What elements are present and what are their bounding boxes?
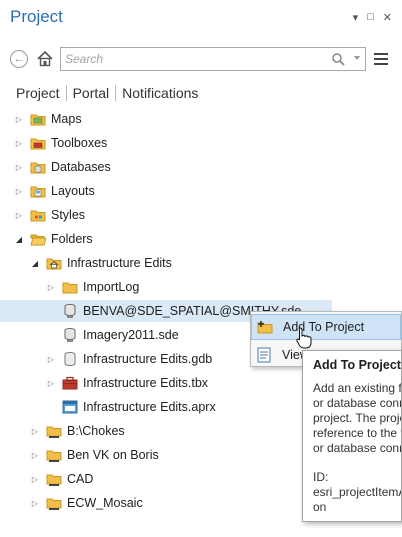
home-button[interactable]: [36, 50, 54, 68]
close-icon[interactable]: ✕: [383, 11, 392, 24]
expand-arrow-icon[interactable]: ▷: [14, 138, 24, 148]
home-folder-icon: [46, 255, 62, 271]
tree-item-label: Infrastructure Edits: [67, 256, 172, 270]
tooltip-line: Add an existing f: [313, 381, 402, 395]
back-arrow-icon: ←: [13, 53, 25, 65]
databases-folder-icon: [30, 159, 46, 175]
window-controls: ▾ □ ✕: [353, 11, 392, 24]
tooltip-title: Add To Project: [313, 358, 401, 372]
tree-item-styles[interactable]: ▷ Styles: [0, 204, 85, 226]
tree-item-importlog[interactable]: ▷ ImportLog: [0, 276, 139, 298]
database-connection-icon: [62, 303, 78, 319]
toolbox-icon: [62, 375, 78, 391]
tree-item-label: ECW_Mosaic: [67, 496, 143, 510]
tooltip-id-value-tail: on: [313, 500, 327, 514]
expand-arrow-icon[interactable]: ▷: [30, 426, 40, 436]
tree-item-label: Infrastructure Edits.gdb: [83, 352, 213, 366]
tree-item-ecw-mosaic[interactable]: ▷ ECW_Mosaic: [0, 492, 143, 514]
expand-arrow-icon[interactable]: ▷: [30, 498, 40, 508]
view-metadata-icon: [256, 347, 272, 363]
network-folder-icon: [46, 471, 62, 487]
expand-arrow-icon[interactable]: ▷: [30, 450, 40, 460]
tree-item-label: Toolboxes: [51, 136, 108, 150]
network-folder-icon: [46, 423, 62, 439]
tree-item-label: B:\Chokes: [67, 424, 125, 438]
tree-item-infrastructure-edits-aprx[interactable]: Infrastructure Edits.aprx: [0, 396, 216, 418]
collapse-arrow-icon[interactable]: ◢: [14, 234, 24, 244]
tree-item-label: Imagery2011.sde: [83, 328, 179, 342]
tree-item-infrastructure-edits[interactable]: ◢ Infrastructure Edits: [0, 252, 172, 274]
tree-item-databases[interactable]: ▷ Databases: [0, 156, 111, 178]
pane-title-bar: Project ▾ □ ✕: [0, 0, 402, 36]
tooltip-id: ID: esri_projectItemA on: [313, 470, 401, 515]
back-button[interactable]: ←: [10, 50, 28, 68]
folder-icon: [62, 279, 78, 295]
tree-item-label: Maps: [51, 112, 82, 126]
tooltip: Add To Project Add an existing f or data…: [302, 350, 402, 522]
expand-arrow-icon[interactable]: ▷: [14, 162, 24, 172]
toolbar: ←: [0, 44, 402, 74]
layouts-folder-icon: [30, 183, 46, 199]
search-icon[interactable]: [331, 52, 345, 66]
tree-item-infrastructure-edits-gdb[interactable]: ▷ Infrastructure Edits.gdb: [0, 348, 212, 370]
tooltip-line: reference to the f: [313, 426, 402, 440]
expand-arrow-icon[interactable]: ▷: [30, 474, 40, 484]
maps-folder-icon: [30, 111, 46, 127]
tree-item-maps[interactable]: ▷ Maps: [0, 108, 82, 130]
expand-arrow-icon[interactable]: ▷: [46, 354, 56, 364]
tooltip-line: project. The proje: [313, 411, 402, 425]
tree-item-label: Infrastructure Edits.tbx: [83, 376, 209, 390]
tree-item-imagery2011-sde[interactable]: Imagery2011.sde: [0, 324, 179, 346]
search-box[interactable]: [60, 47, 366, 71]
tree-item-infrastructure-edits-tbx[interactable]: ▷ Infrastructure Edits.tbx: [0, 372, 208, 394]
geodatabase-icon: [62, 351, 78, 367]
tree-item-label: Folders: [51, 232, 93, 246]
database-connection-icon: [62, 327, 78, 343]
pane-title: Project: [10, 7, 63, 26]
tree-item-cad[interactable]: ▷ CAD: [0, 468, 93, 490]
add-folder-icon: [257, 319, 273, 335]
expand-arrow-icon[interactable]: ▷: [14, 186, 24, 196]
menu-item-add-to-project[interactable]: Add To Project: [251, 314, 401, 340]
tooltip-line: or database conn: [313, 396, 402, 410]
expand-arrow-icon[interactable]: ▷: [14, 210, 24, 220]
tab-project[interactable]: Project: [16, 85, 66, 101]
expand-arrow-icon[interactable]: ▷: [46, 282, 56, 292]
tree-item-label: ImportLog: [83, 280, 140, 294]
tree-item-ben-vk-on-boris[interactable]: ▷ Ben VK on Boris: [0, 444, 159, 466]
tree-item-label: Ben VK on Boris: [67, 448, 159, 462]
open-folder-icon: [30, 231, 46, 247]
tree-item-label: Styles: [51, 208, 86, 222]
restore-icon[interactable]: □: [367, 11, 374, 24]
tooltip-description: Add an existing f or database conn proje…: [313, 381, 401, 456]
tab-portal[interactable]: Portal: [67, 85, 116, 101]
tree-item-layouts[interactable]: ▷ Layouts: [0, 180, 95, 202]
tree-item-label: Infrastructure Edits.aprx: [83, 400, 216, 414]
tooltip-id-value: esri_projectItemA: [313, 485, 402, 499]
styles-folder-icon: [30, 207, 46, 223]
project-file-icon: [62, 399, 78, 415]
search-input[interactable]: [65, 50, 325, 68]
network-folder-icon: [46, 447, 62, 463]
options-dropdown-icon[interactable]: ▾: [353, 11, 359, 24]
tree-item-b-chokes[interactable]: ▷ B:\Chokes: [0, 420, 125, 442]
tree-item-toolboxes[interactable]: ▷ Toolboxes: [0, 132, 107, 154]
tab-notifications[interactable]: Notifications: [116, 85, 204, 101]
network-folder-icon: [46, 495, 62, 511]
expand-arrow-icon[interactable]: ▷: [46, 378, 56, 388]
menu-hamburger-icon[interactable]: [374, 53, 388, 65]
home-icon: [37, 50, 53, 67]
toolboxes-folder-icon: [30, 135, 46, 151]
tab-strip: Project Portal Notifications: [16, 84, 204, 102]
tooltip-id-label: ID:: [313, 470, 329, 484]
hand-cursor-icon: [296, 327, 312, 349]
tree-item-folders[interactable]: ◢ Folders: [0, 228, 93, 250]
expand-arrow-icon[interactable]: ▷: [14, 114, 24, 124]
tree-item-label: CAD: [67, 472, 94, 486]
collapse-arrow-icon[interactable]: ◢: [30, 258, 40, 268]
tree-item-label: Layouts: [51, 184, 95, 198]
tooltip-line: or database conn: [313, 441, 402, 455]
tree-item-label: Databases: [51, 160, 111, 174]
search-options-chevron-icon[interactable]: [354, 56, 360, 60]
